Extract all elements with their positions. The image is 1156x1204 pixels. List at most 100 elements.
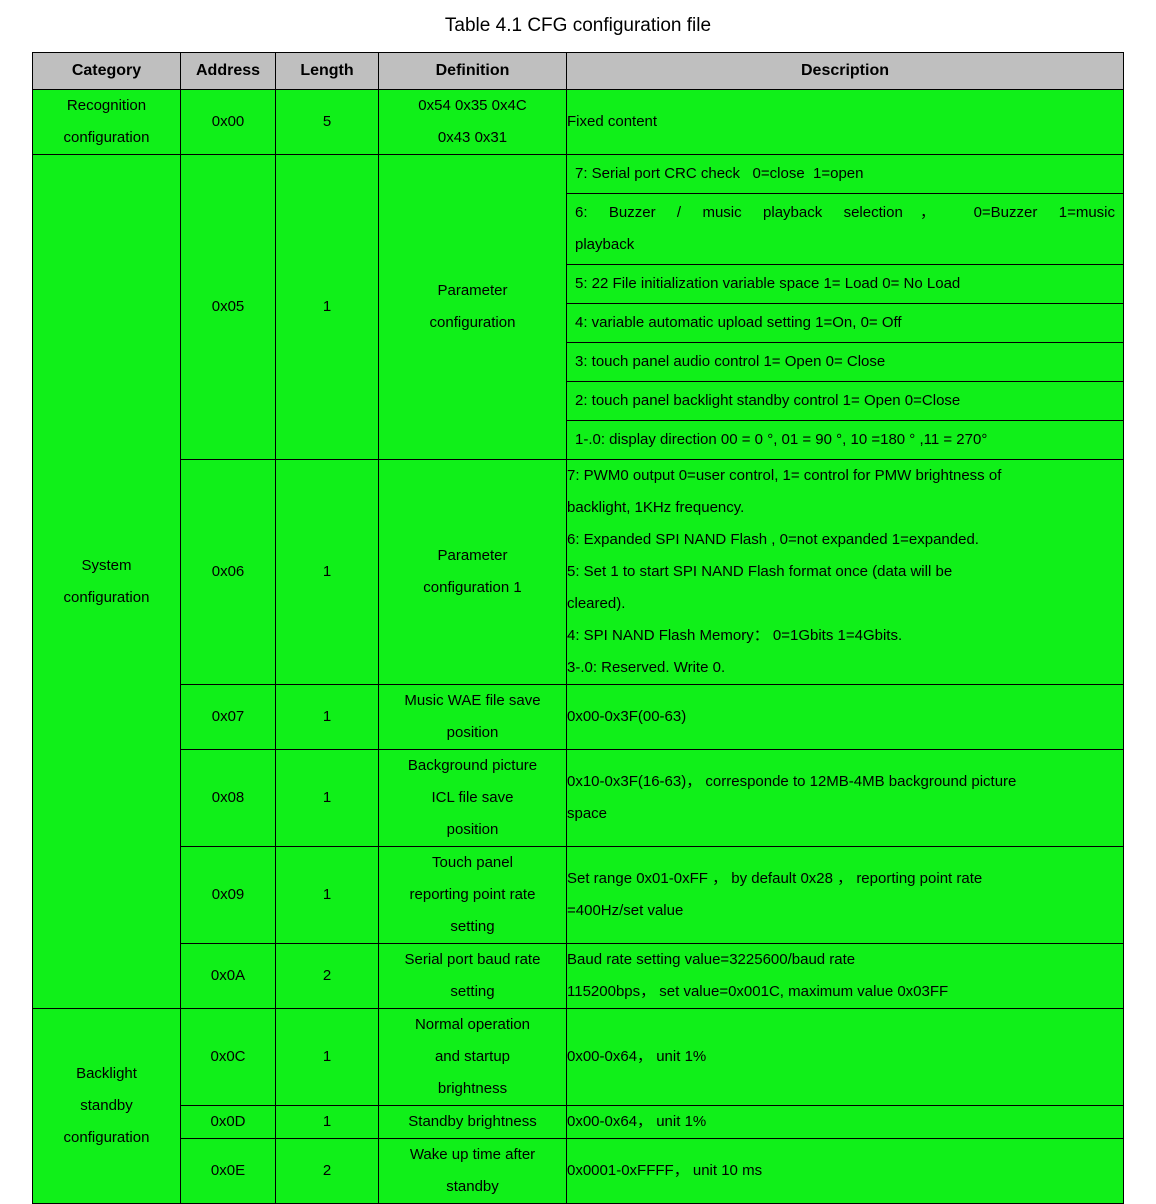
- length-cell: 2: [275, 943, 379, 1009]
- page-title: Table 4.1 CFG configuration file: [444, 15, 712, 36]
- address-cell: 0x0E: [180, 1138, 276, 1204]
- definition-line1: Background picture: [407, 757, 538, 774]
- description-line1: 0x00-0x3F(00-63): [567, 708, 687, 725]
- definition-line1: Serial port baud rate: [404, 951, 541, 968]
- length-cell: 1: [275, 684, 379, 750]
- description-subrow: 3: touch panel audio control 1= Open 0= …: [567, 343, 1123, 382]
- definition-cell: Parameter configuration: [378, 154, 567, 460]
- definition-cell: Standby brightness: [378, 1105, 567, 1139]
- definition-line2: setting: [450, 983, 495, 1000]
- length-cell: 2: [275, 1138, 379, 1204]
- description-line1: 7: PWM0 output 0=user control, 1= contro…: [567, 467, 1002, 484]
- column-header-definition: Definition: [378, 52, 567, 90]
- description-subrow: 2: touch panel backlight standby control…: [567, 382, 1123, 421]
- category-label-line2: configuration: [63, 129, 150, 146]
- definition-line2: and startup: [434, 1048, 511, 1065]
- table-row: 0x08 1 Background picture ICL file save …: [33, 749, 1124, 847]
- table-row: Backlight standby configuration 0x0C 1 N…: [32, 1008, 1124, 1204]
- column-header-description: Description: [566, 52, 1124, 90]
- category-label-line2: configuration: [63, 588, 150, 606]
- description-cell: 0x0001-0xFFFF， unit 10 ms: [566, 1138, 1124, 1204]
- table-row: 0x0A 2 Serial port baud rate setting Bau…: [33, 943, 1124, 1009]
- description-subrow: 1-.0: display direction 00 = 0 °, 01 = 9…: [575, 431, 988, 448]
- definition-cell: Normal operation and startup brightness: [378, 1008, 567, 1106]
- table-row: 0x06 1 Parameter configuration 1 7: PWM0…: [33, 459, 1124, 685]
- length-cell: 1: [275, 846, 379, 944]
- description-line1: Set range 0x01-0xFF ， by default 0x28 ， …: [567, 870, 983, 887]
- definition-line3: position: [446, 821, 499, 838]
- description-line1: 0x00-0x64， unit 1%: [567, 1048, 707, 1065]
- description-line7: 3-.0: Reserved. Write 0.: [567, 659, 726, 676]
- definition-cell: Background picture ICL file save positio…: [378, 749, 567, 847]
- definition-line1: Normal operation: [414, 1016, 531, 1033]
- address-cell: 0x0A: [180, 943, 276, 1009]
- definition-line1: Wake up time after: [409, 1146, 536, 1163]
- description-cell: 7: Serial port CRC check 0=close 1=open …: [566, 154, 1124, 460]
- definition-cell: Touch panel reporting point rate setting: [378, 846, 567, 944]
- description-line4: 5: Set 1 to start SPI NAND Flash format …: [567, 563, 953, 580]
- description-subrow: 5: 22 File initialization variable space…: [567, 265, 1123, 304]
- definition-line2: reporting point rate: [409, 886, 536, 903]
- definition-line3: brightness: [437, 1080, 508, 1097]
- table-row: 0x0D 1 Standby brightness 0x00-0x64， uni…: [33, 1105, 1124, 1139]
- address-cell: 0x0C: [180, 1008, 276, 1106]
- description-line1: 0x00-0x64， unit 1%: [567, 1113, 707, 1130]
- description-cell: 0x10-0x3F(16-63)， corresponde to 12MB-4M…: [566, 749, 1124, 847]
- header-row: Category Address Length Definition Descr…: [32, 52, 1124, 90]
- address-cell: 0x00: [180, 89, 276, 155]
- description-line6: 4: SPI NAND Flash Memory： 0=1Gbits 1=4Gb…: [567, 627, 903, 644]
- column-header-category: Category: [32, 52, 181, 90]
- description-subrow: 4: variable automatic upload setting 1=O…: [567, 304, 1123, 343]
- description-cell: Fixed content: [566, 89, 1124, 155]
- table-header: Category Address Length Definition Descr…: [32, 52, 1124, 90]
- page-root: Table 4.1 CFG configuration file Categor…: [0, 0, 1156, 1204]
- length-cell: 1: [275, 459, 379, 685]
- category-label-line2: standby: [80, 1097, 133, 1114]
- category-label-line1: System: [81, 556, 132, 574]
- description-subrow-line2: playback: [575, 236, 635, 253]
- table-row: System configuration 0x05 1 Parameter co…: [32, 154, 1124, 1009]
- definition-cell: Wake up time after standby: [378, 1138, 567, 1204]
- table-row: 0x07 1 Music WAE file save position 0x00…: [33, 684, 1124, 750]
- address-cell: 0x07: [180, 684, 276, 750]
- description-line5: cleared).: [567, 595, 626, 612]
- description-line1: 0x0001-0xFFFF， unit 10 ms: [567, 1162, 763, 1179]
- definition-cell: Serial port baud rate setting: [378, 943, 567, 1009]
- definition-cell: Music WAE file save position: [378, 684, 567, 750]
- definition-line2: 0x43 0x31: [437, 129, 508, 146]
- definition-line1: Music WAE file save: [404, 692, 541, 709]
- definition-cell: 0x54 0x35 0x4C 0x43 0x31: [378, 89, 567, 155]
- address-cell: 0x09: [180, 846, 276, 944]
- column-header-length: Length: [275, 52, 379, 90]
- description-line1: Fixed content: [567, 113, 658, 130]
- description-line1: Baud rate setting value=3225600/baud rat…: [567, 951, 856, 968]
- definition-line3: setting: [450, 918, 495, 935]
- definition-line1: Standby brightness: [408, 1113, 537, 1130]
- description-cell: Set range 0x01-0xFF ， by default 0x28 ， …: [566, 846, 1124, 944]
- description-line2: =400Hz/set value: [567, 902, 684, 919]
- definition-line2: configuration: [429, 314, 516, 331]
- description-cell: 7: PWM0 output 0=user control, 1= contro…: [566, 459, 1124, 685]
- description-cell: 0x00-0x64， unit 1%: [566, 1105, 1124, 1139]
- definition-line1: 0x54 0x35 0x4C: [418, 97, 527, 114]
- description-line2: backlight, 1KHz frequency.: [567, 499, 745, 516]
- definition-line2: position: [446, 724, 499, 741]
- cfg-configuration-table: Category Address Length Definition Descr…: [32, 52, 1124, 1204]
- description-subrow: 7: Serial port CRC check 0=close 1=open: [567, 155, 1123, 194]
- category-cell-backlight: Backlight standby configuration: [32, 1008, 181, 1204]
- length-cell: 1: [275, 749, 379, 847]
- address-cell: 0x08: [180, 749, 276, 847]
- table-row: 0x0E 2 Wake up time after standby 0x0001…: [33, 1138, 1124, 1204]
- description-subrow-line1: 6: Buzzer / music playback selection， 0=…: [575, 204, 1115, 221]
- description-cell: Baud rate setting value=3225600/baud rat…: [566, 943, 1124, 1009]
- length-cell: 1: [275, 1105, 379, 1139]
- category-label-line3: configuration: [63, 1129, 150, 1146]
- description-subrow: 6: Buzzer / music playback selection， 0=…: [567, 194, 1123, 265]
- length-cell: 1: [275, 1008, 379, 1106]
- table-row: 0x09 1 Touch panel reporting point rate …: [33, 846, 1124, 944]
- column-header-address: Address: [180, 52, 276, 90]
- description-cell: 0x00-0x64， unit 1%: [566, 1008, 1124, 1106]
- description-line1: 0x10-0x3F(16-63)， corresponde to 12MB-4M…: [567, 773, 1017, 790]
- description-line2: 115200bps， set value=0x001C, maximum val…: [567, 983, 949, 1000]
- definition-line2: configuration 1: [423, 579, 522, 596]
